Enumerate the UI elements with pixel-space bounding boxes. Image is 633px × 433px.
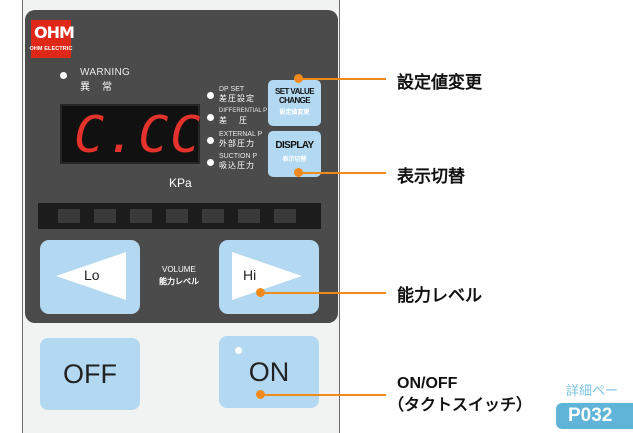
callout-line-level [260, 292, 386, 294]
warning-label-en: WARNING [80, 67, 131, 78]
display-unit: KPa [169, 176, 192, 190]
page-reference-badge[interactable]: P032 [556, 403, 633, 429]
bargraph-segment [238, 209, 260, 223]
display-label-ja: 表示切替 [282, 157, 307, 163]
mode-label-ja: 吸込圧力 [219, 161, 255, 170]
warning-led [60, 72, 67, 79]
off-button[interactable]: OFF [40, 338, 140, 410]
lo-label: Lo [84, 267, 100, 283]
mode-led-suction [207, 159, 214, 166]
mode-led-external [207, 137, 214, 144]
change-label: CHANGE [278, 96, 311, 105]
callout-line-set-value [298, 78, 386, 80]
mode-label-en: SUCTION P [219, 153, 258, 160]
on-indicator-led [235, 347, 242, 354]
mode-label-ja: 差圧設定 [219, 94, 255, 103]
mode-led-dp-set [207, 92, 214, 99]
mode-led-differential [207, 114, 214, 121]
callout-dot [294, 74, 303, 83]
callout-onoff: ON/OFF [397, 375, 458, 392]
callout-tact-switch: （タクトスイッチ） [388, 397, 533, 414]
on-button[interactable]: ON [219, 336, 319, 408]
callout-dot [294, 168, 303, 177]
mode-label-en: DP SET [219, 86, 245, 93]
bargraph-segment [130, 209, 152, 223]
volume-label-ja: 能力レベル [159, 277, 199, 286]
hi-label: Hi [243, 267, 257, 283]
set-value-label-ja: 設定値変更 [279, 110, 310, 116]
set-value-button[interactable]: SET VALUE CHANGE 設定値変更 [268, 80, 321, 126]
bargraph-segment [166, 209, 188, 223]
mode-label-ja: 差圧 [219, 116, 259, 125]
warning-label-ja: 異常 [80, 82, 124, 93]
display-value: C.CC [74, 106, 203, 164]
callout-dot [256, 288, 265, 297]
logo-subtext: OHM ELECTRIC [29, 46, 73, 52]
bargraph-segment [274, 209, 296, 223]
display-label: DISPLAY [275, 140, 314, 151]
bargraph-segment [202, 209, 224, 223]
logo-text: OHM [34, 23, 75, 42]
bargraph-segment [58, 209, 80, 223]
callout-display: 表示切替 [397, 167, 465, 186]
set-value-label: SET VALUE [275, 87, 315, 96]
mode-label-en: DIFFERENTIAL P [219, 108, 268, 114]
mode-label-en: EXTERNAL P [219, 131, 263, 138]
bargraph-segment [94, 209, 116, 223]
callout-dot [256, 390, 265, 399]
callout-line-display [298, 172, 386, 174]
detail-page-label: 詳細ペー [566, 383, 619, 398]
callout-line-onoff [260, 394, 386, 396]
callout-level: 能力レベル [397, 286, 482, 305]
callout-set-value: 設定値変更 [397, 73, 482, 92]
volume-label-en: VOLUME [162, 265, 196, 274]
mode-label-ja: 外部圧力 [219, 139, 255, 148]
